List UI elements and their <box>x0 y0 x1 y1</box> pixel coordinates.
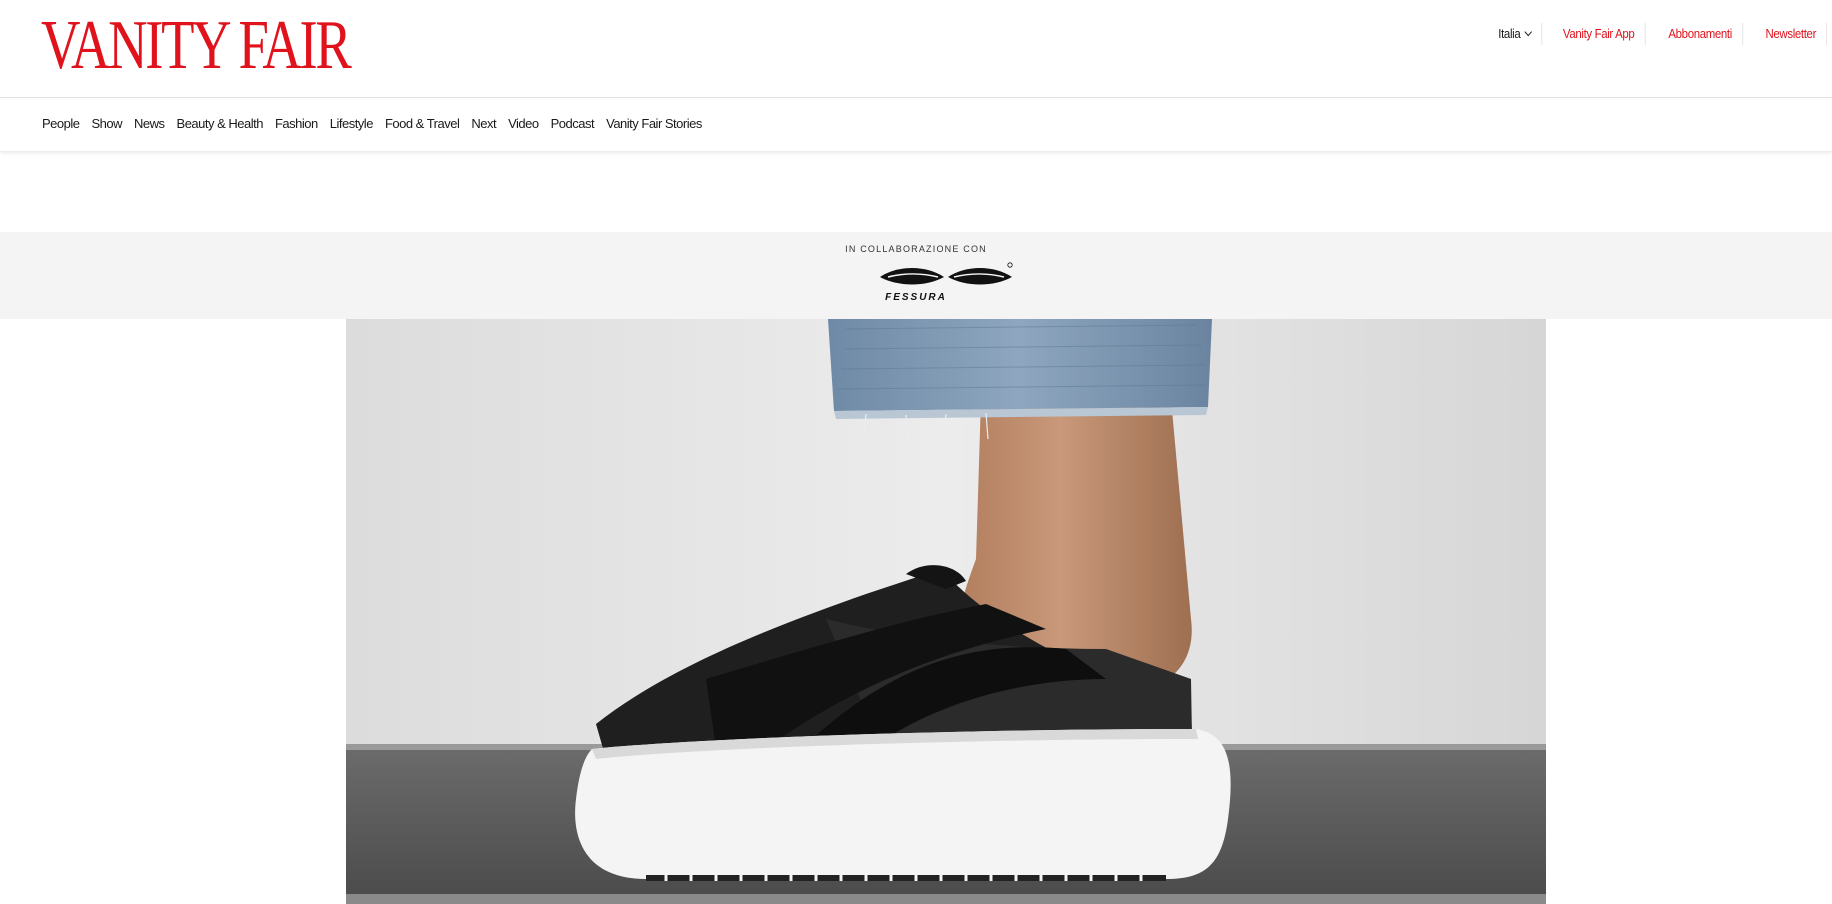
nav-item-lifestyle[interactable]: Lifestyle <box>330 116 374 132</box>
vanity-fair-logo[interactable]: VANITY FAIR <box>41 11 352 81</box>
nav-item-show[interactable]: Show <box>91 116 122 132</box>
nav-item-fashion[interactable]: Fashion <box>275 116 318 132</box>
vanity-fair-app-link[interactable]: Vanity Fair App <box>1553 23 1646 45</box>
sneaker-photo-icon <box>346 319 1546 904</box>
sponsor-banner: IN COLLABORAZIONE CON FESSURA <box>0 232 1832 319</box>
nav-item-video[interactable]: Video <box>508 116 539 132</box>
sponsor-label: IN COLLABORAZIONE CON <box>845 244 987 254</box>
language-selector[interactable]: Italia <box>1488 23 1543 45</box>
site-header: VANITY FAIR Italia Vanity Fair App Abbon… <box>0 0 1832 98</box>
nav-item-next[interactable]: Next <box>471 116 496 132</box>
hero-image[interactable] <box>346 319 1546 904</box>
utility-links: Italia Vanity Fair App Abbonamenti Newsl… <box>1484 23 1832 45</box>
newsletter-link[interactable]: Newsletter <box>1755 23 1828 45</box>
nav-item-people[interactable]: People <box>42 116 80 132</box>
nav-item-vanity-fair-stories[interactable]: Vanity Fair Stories <box>606 116 702 132</box>
sponsor-name: FESSURA <box>885 292 947 303</box>
nav-item-beauty-health[interactable]: Beauty & Health <box>177 116 264 132</box>
main-navigation: People Show News Beauty & Health Fashion… <box>0 99 1832 152</box>
nav-item-podcast[interactable]: Podcast <box>551 116 595 132</box>
language-label: Italia <box>1498 26 1521 41</box>
nav-item-food-travel[interactable]: Food & Travel <box>385 116 460 132</box>
chevron-down-icon <box>1524 27 1533 37</box>
nav-item-news[interactable]: News <box>134 116 165 132</box>
abbonamenti-link[interactable]: Abbonamenti <box>1658 23 1744 45</box>
